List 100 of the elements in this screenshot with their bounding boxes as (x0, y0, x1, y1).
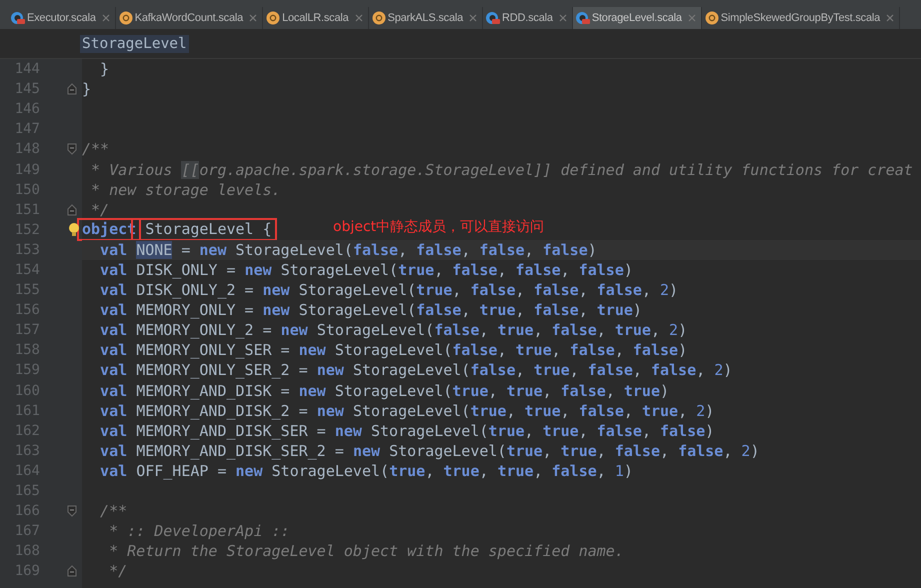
code-text: } (82, 80, 92, 98)
keyword: val (99, 422, 128, 440)
code-text: , (434, 260, 444, 279)
code-text: StorageLevel( (316, 321, 434, 340)
keyword: true (642, 402, 678, 420)
keyword: new (316, 361, 345, 380)
scala-file-icon (11, 11, 25, 25)
code-text: , (542, 382, 553, 400)
code-text: MEMORY_ONLY_SER = (136, 341, 291, 360)
code-text: ) (705, 402, 714, 420)
keyword: false (479, 240, 525, 259)
keyword: val (99, 301, 128, 320)
editor-tab[interactable]: RDD.scala (483, 7, 573, 29)
code-text: , (516, 361, 526, 380)
code-text: , (632, 361, 643, 380)
code-text: StorageLevel( (236, 240, 353, 259)
code-text: MEMORY_ONLY_2 = (136, 321, 273, 340)
editor-tab[interactable]: SparkALS.scala (368, 7, 484, 29)
code-text: , (578, 301, 589, 320)
keyword: false (578, 260, 624, 279)
code-text: OFF_HEAP = (136, 462, 228, 480)
keyword: new (199, 240, 228, 259)
code-text: , (506, 402, 516, 420)
editor-tab[interactable]: SimpleSkewedGroupByTest.scala (702, 7, 900, 29)
keyword: val (99, 281, 128, 300)
doc-comment: /** (82, 140, 110, 158)
doc-comment: * Return the StorageLevel object with the specified name. (108, 542, 624, 560)
keyword: val (99, 442, 128, 460)
keyword: val (99, 341, 128, 360)
code-text: , (678, 402, 688, 420)
code-text: StorageLevel( (334, 382, 452, 400)
object-file-icon (704, 11, 719, 25)
close-icon[interactable] (886, 14, 894, 22)
fold-icon[interactable] (67, 505, 77, 518)
keyword: true (542, 422, 579, 440)
breadcrumb[interactable]: StorageLevel (80, 35, 189, 53)
keyword: new (280, 321, 309, 340)
editor-tab[interactable]: StorageLevel.scala (572, 7, 702, 29)
keyword: false (596, 281, 642, 300)
keyword: true (452, 382, 488, 400)
code-text: NONE (136, 240, 172, 259)
keyword: true (506, 442, 543, 460)
doc-comment: */ (90, 200, 110, 219)
keyword: new (236, 462, 264, 480)
code-text: DISK_ONLY = (136, 260, 237, 279)
keyword: true (560, 442, 597, 460)
editor-tab[interactable]: KafkaWordCount.scala (116, 7, 264, 29)
close-icon[interactable] (558, 14, 567, 22)
code-text: , (642, 281, 652, 300)
fold-icon[interactable] (67, 204, 77, 216)
fold-icon[interactable] (67, 83, 77, 96)
keyword: false (470, 361, 516, 380)
keyword: new (352, 442, 382, 460)
code-text: = (180, 240, 192, 259)
keyword: true (389, 462, 426, 480)
keyword: true (479, 301, 516, 320)
keyword: new (298, 341, 327, 360)
code-text: , (425, 462, 436, 480)
keyword: false (660, 422, 706, 440)
editor-tab[interactable]: Executor.scala (8, 7, 116, 29)
doc-comment: /** (99, 502, 128, 520)
code-text: , (524, 240, 535, 259)
keyword: new (262, 281, 291, 300)
keyword: true (506, 382, 543, 400)
code-text: , (516, 281, 526, 300)
code-text: , (534, 462, 544, 480)
code-text: , (398, 240, 408, 259)
code-text: ) (723, 361, 732, 380)
close-icon[interactable] (469, 14, 478, 22)
close-icon[interactable] (354, 14, 363, 22)
keyword: true (524, 402, 561, 420)
lightbulb-icon[interactable] (68, 222, 80, 238)
keyword: true (534, 361, 570, 380)
code-text: , (560, 260, 571, 279)
code-text: StorageLevel( (371, 422, 488, 440)
code-text: StorageLevel( (298, 301, 416, 320)
keyword: false (552, 462, 597, 480)
close-icon[interactable] (102, 14, 110, 22)
keyword: val (99, 260, 128, 279)
keyword: val (99, 361, 128, 380)
code-text: StorageLevel( (389, 442, 506, 460)
keyword: false (416, 301, 462, 320)
editor-tab[interactable]: LocalLR.scala (263, 7, 369, 29)
code-text: , (578, 422, 589, 440)
object-file-icon (266, 11, 280, 25)
keyword: true (596, 301, 633, 320)
close-icon[interactable] (249, 14, 258, 22)
fold-icon[interactable] (67, 565, 77, 578)
keyword: true (398, 260, 434, 279)
keyword: false (470, 281, 516, 300)
code-text: , (542, 442, 553, 460)
code-text: ) (678, 341, 688, 360)
fold-icon[interactable] (67, 143, 77, 156)
close-icon[interactable] (688, 14, 696, 22)
code-text: StorageLevel( (352, 402, 470, 420)
keyword: false (614, 442, 660, 460)
keyword: val (99, 462, 128, 480)
keyword: false (516, 260, 561, 279)
keyword: val (99, 402, 128, 420)
keyword: false (542, 240, 588, 259)
